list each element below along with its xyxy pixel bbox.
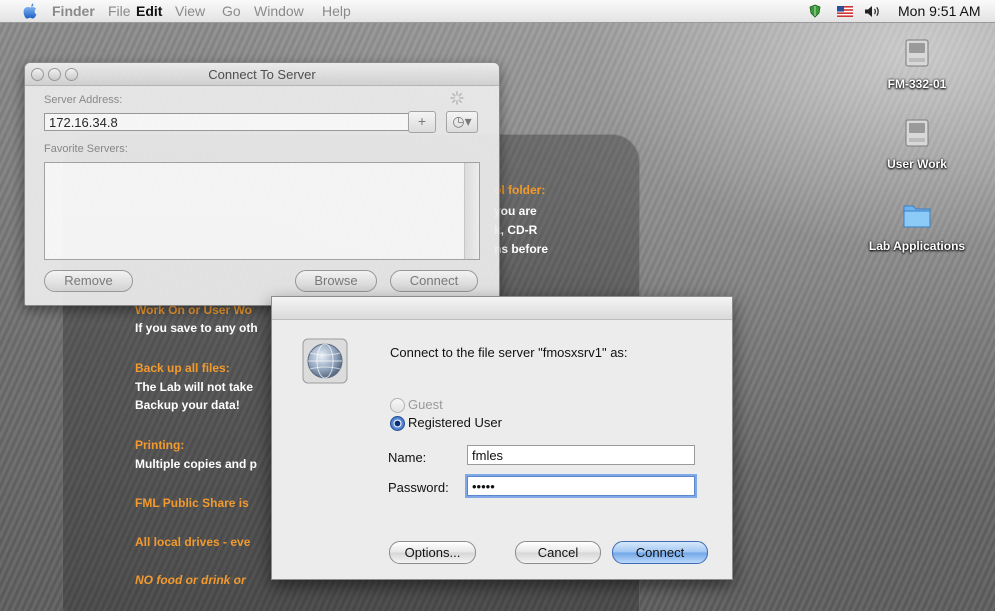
add-favorite-button[interactable]: +: [408, 111, 436, 133]
connect-button[interactable]: Connect: [612, 541, 708, 564]
menu-window[interactable]: Window: [254, 3, 304, 19]
hard-drive-icon: [905, 39, 929, 67]
desktop-icon-label: Lab Applications: [868, 239, 966, 253]
browse-button[interactable]: Browse: [295, 270, 377, 292]
volume-icon[interactable]: [864, 5, 882, 18]
recent-servers-button[interactable]: ◷▾: [446, 111, 478, 133]
desktop-icon-lab-applications[interactable]: Lab Applications: [862, 198, 972, 253]
favorite-servers-list[interactable]: [44, 162, 480, 260]
menu-file[interactable]: File: [108, 3, 131, 19]
server-address-label: Server Address:: [44, 94, 123, 106]
menu-go[interactable]: Go: [222, 3, 241, 19]
bg-note-heading: Back up all files:: [135, 361, 230, 375]
remove-button[interactable]: Remove: [44, 270, 133, 292]
authentication-dialog: Connect to the file server "fmosxsrv1" a…: [271, 296, 733, 580]
desktop-icon-label: FM-332-01: [887, 77, 947, 91]
bg-note-heading: FML Public Share is: [135, 496, 249, 510]
window-title: Connect To Server: [208, 67, 316, 82]
desktop-icon-fm-332-01[interactable]: FM-332-01: [862, 36, 972, 91]
bg-note-line: Backup your data!: [135, 398, 240, 412]
bg-note-line: Multiple copies and p: [135, 457, 258, 471]
bg-note-heading: NO food or drink or: [135, 573, 246, 587]
password-label: Password:: [388, 480, 449, 495]
bg-note-line: you are: [494, 204, 537, 218]
menu-edit[interactable]: Edit: [136, 3, 162, 19]
folder-icon: [903, 205, 931, 228]
dialog-titlebar: [272, 297, 732, 320]
bg-note-line: The Lab will not take: [135, 380, 254, 394]
desktop-icon-user-work[interactable]: User Work: [862, 116, 972, 171]
registered-user-label: Registered User: [408, 415, 502, 430]
name-input[interactable]: fmles: [467, 445, 695, 465]
guest-radio[interactable]: [390, 398, 405, 413]
menu-finder[interactable]: Finder: [52, 3, 95, 19]
hard-drive-icon: [905, 119, 929, 147]
bg-note-line: k, CD-R: [494, 223, 538, 237]
dialog-message: Connect to the file server "fmosxsrv1" a…: [390, 345, 628, 360]
server-address-input[interactable]: 172.16.34.8: [44, 113, 422, 131]
favorite-servers-label: Favorite Servers:: [44, 143, 128, 155]
shield-icon[interactable]: [808, 4, 822, 18]
favorites-scrollbar[interactable]: [464, 163, 479, 259]
menu-bar: Finder File Edit View Go Window Help Mon…: [0, 0, 995, 23]
progress-spinner-icon: [450, 91, 464, 105]
menu-clock[interactable]: Mon 9:51 AM: [898, 3, 981, 19]
guest-label: Guest: [408, 397, 443, 412]
connect-to-server-window: Connect To Server Server Address: 172.16…: [24, 62, 500, 306]
apple-menu-icon[interactable]: [22, 2, 38, 20]
bg-note-heading: Printing:: [135, 438, 185, 452]
connect-button[interactable]: Connect: [390, 270, 478, 292]
bg-note-line: ol folder:: [494, 183, 546, 197]
us-flag-icon[interactable]: [837, 6, 853, 17]
name-label: Name:: [388, 450, 427, 465]
menu-help[interactable]: Help: [322, 3, 351, 19]
bg-note-line: If you save to any oth: [135, 321, 258, 335]
options-button[interactable]: Options...: [389, 541, 476, 564]
network-globe-icon: [302, 338, 348, 384]
cancel-button[interactable]: Cancel: [515, 541, 601, 564]
registered-user-radio[interactable]: [390, 416, 405, 431]
window-titlebar[interactable]: Connect To Server: [25, 63, 499, 86]
password-input[interactable]: •••••: [467, 476, 695, 496]
bg-note-heading: All local drives - eve: [135, 535, 251, 549]
bg-note-line: ns before: [494, 242, 549, 256]
desktop-icon-label: User Work: [887, 157, 947, 171]
menu-view[interactable]: View: [175, 3, 205, 19]
